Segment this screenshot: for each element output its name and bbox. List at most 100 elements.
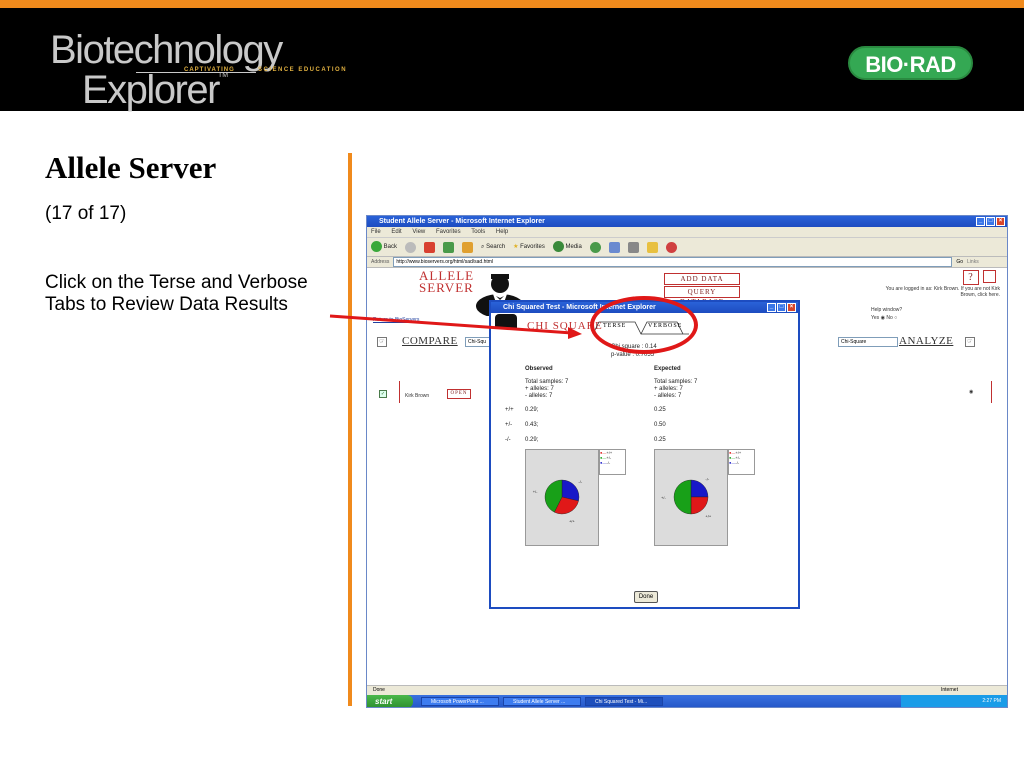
open-button[interactable]: OPEN <box>447 389 471 399</box>
dialog-maximize-button[interactable]: □ <box>777 303 786 312</box>
slide-title: Allele Server <box>45 150 217 185</box>
system-tray: 2:27 PM <box>901 695 1007 707</box>
back-label: Back <box>383 244 398 250</box>
mail-icon[interactable] <box>608 241 620 253</box>
address-input[interactable]: http://www.bioservers.org/html/sad/sad.h… <box>393 257 953 267</box>
refresh-icon[interactable] <box>443 241 455 253</box>
messenger-icon[interactable] <box>665 241 677 253</box>
start-button[interactable]: start <box>367 695 413 707</box>
compare-button[interactable]: COMPARE <box>402 335 458 347</box>
observed-slice-label-pp: +/+ <box>569 519 575 524</box>
help-yes-radio[interactable]: ◉ <box>881 315 885 321</box>
stop-icon[interactable] <box>424 241 436 253</box>
task-allele-server[interactable]: Student Allele Server ... <box>503 697 581 706</box>
logo-trademark: TM <box>218 72 229 79</box>
menu-help[interactable]: Help <box>496 229 508 235</box>
help-no-radio[interactable]: ○ <box>894 315 897 321</box>
slide-subtitle: (17 of 17) <box>45 203 127 224</box>
clock: 2:27 PM <box>982 698 1001 704</box>
done-button[interactable]: Done <box>634 591 658 603</box>
logo-server: SERVER <box>419 280 474 295</box>
expected-slice-mm <box>690 479 709 498</box>
observed-heading: Observed <box>525 366 553 372</box>
observed-total: Total samples: 7 <box>525 379 569 385</box>
help-window-label: Help window? <box>871 307 903 313</box>
help-yes-label: Yes <box>871 315 880 321</box>
forward-icon[interactable] <box>405 241 417 253</box>
star-icon: ★ <box>513 244 519 250</box>
back-button[interactable]: Back <box>371 238 397 256</box>
status-bar: Done Internet <box>367 685 1007 695</box>
expected-slice-pp <box>690 496 709 515</box>
notes-icon[interactable] <box>983 270 996 283</box>
dialog-minimize-button[interactable]: _ <box>767 303 776 312</box>
dialog-tuxedo-icon <box>495 314 517 328</box>
slide-instructions: Click on the Terse and Verbose Tabs to R… <box>45 272 308 315</box>
search-label: Search <box>486 244 506 250</box>
expected-plus: + alleles: 7 <box>654 386 683 392</box>
address-bar: Address http://www.bioservers.org/html/s… <box>367 257 1007 268</box>
media-button[interactable]: Media <box>552 238 582 256</box>
query-database-button[interactable]: QUERY DATABASE <box>664 286 740 306</box>
go-button[interactable]: Go <box>956 257 963 267</box>
genotype-pp: +/+ <box>505 407 514 413</box>
observed-pp: 0.29; <box>525 407 539 413</box>
home-icon[interactable] <box>462 241 474 253</box>
highlight-circle <box>590 296 698 354</box>
expected-heading: Expected <box>654 366 681 372</box>
expected-pie-chart: -/- +/+ +/- <box>661 477 712 519</box>
analyze-select[interactable]: Chi-Square <box>838 337 898 347</box>
expected-legend: ●—+/+ ●—+/- ●—-/- <box>728 449 755 475</box>
observed-pm: 0.43; <box>525 422 539 428</box>
menu-bar: File Edit View Favorites Tools Help <box>367 227 1007 238</box>
search-button[interactable]: ⌕ Search <box>481 238 505 256</box>
observed-slice-label-pm: +/- <box>533 489 538 494</box>
expected-slice-label-pp: +/+ <box>705 513 711 518</box>
expected-mm: 0.25 <box>654 437 666 443</box>
print-icon[interactable] <box>627 241 639 253</box>
menu-edit[interactable]: Edit <box>391 229 401 235</box>
help-window-toggle: Yes ◉ No ○ <box>871 315 897 321</box>
favorites-label: Favorites <box>520 244 545 250</box>
folder-icon[interactable] <box>646 241 658 253</box>
return-link[interactable]: Return to BioServers <box>373 317 419 323</box>
dialog-body: CHI SQUARE TERSE VERBOSE Chi square : 0.… <box>491 313 798 607</box>
help-no-label: No <box>886 315 893 321</box>
biotechnology-logo-text: Biotechnology <box>50 28 283 72</box>
row-radio[interactable]: ◉ <box>969 389 973 395</box>
close-button[interactable]: × <box>996 217 1005 226</box>
windows-taskbar: start Microsoft PowerPoint ... Student A… <box>367 695 1007 707</box>
menu-favorites[interactable]: Favorites <box>436 229 461 235</box>
expected-legend-mm: ●—-/- <box>729 460 740 465</box>
allele-server-logo: ALLELE SERVER <box>419 269 474 295</box>
browser-title-bar: Student Allele Server - Microsoft Intern… <box>367 216 1007 227</box>
menu-file[interactable]: File <box>371 229 381 235</box>
genotype-pm: +/- <box>505 422 513 428</box>
maximize-button[interactable]: □ <box>986 217 995 226</box>
help-button[interactable]: ? <box>963 270 979 285</box>
expected-slice-pm <box>673 479 692 515</box>
observed-pie-panel: -/- +/+ +/- <box>525 449 599 546</box>
add-data-button[interactable]: ADD DATA <box>664 273 740 285</box>
links-button[interactable]: Links <box>967 257 979 267</box>
analyze-button[interactable]: ANALYZE <box>899 335 953 347</box>
expected-pie-panel: -/- +/+ +/- <box>654 449 728 546</box>
favorites-button[interactable]: ★ Favorites <box>513 238 545 256</box>
row-divider-right <box>991 381 992 403</box>
minimize-button[interactable]: _ <box>976 217 985 226</box>
history-icon[interactable] <box>589 241 601 253</box>
expected-slice-label-mm: -/- <box>705 477 709 482</box>
vertical-divider <box>348 153 352 706</box>
observed-slice-label-mm: -/- <box>578 479 582 484</box>
observed-plus: + alleles: 7 <box>525 386 554 392</box>
dialog-close-button[interactable]: × <box>787 303 796 312</box>
task-chi-squared[interactable]: Chi Squared Test - Mi... <box>585 697 663 706</box>
row-checkbox[interactable]: ✓ <box>379 390 387 398</box>
menu-view[interactable]: View <box>412 229 425 235</box>
login-status: You are logged in as: Kirk Brown. If you… <box>885 286 1000 298</box>
expected-minus: - alleles: 7 <box>654 393 682 399</box>
task-powerpoint[interactable]: Microsoft PowerPoint ... <box>421 697 499 706</box>
media-label: Media <box>565 244 582 250</box>
menu-tools[interactable]: Tools <box>471 229 485 235</box>
expected-pm: 0.50 <box>654 422 666 428</box>
